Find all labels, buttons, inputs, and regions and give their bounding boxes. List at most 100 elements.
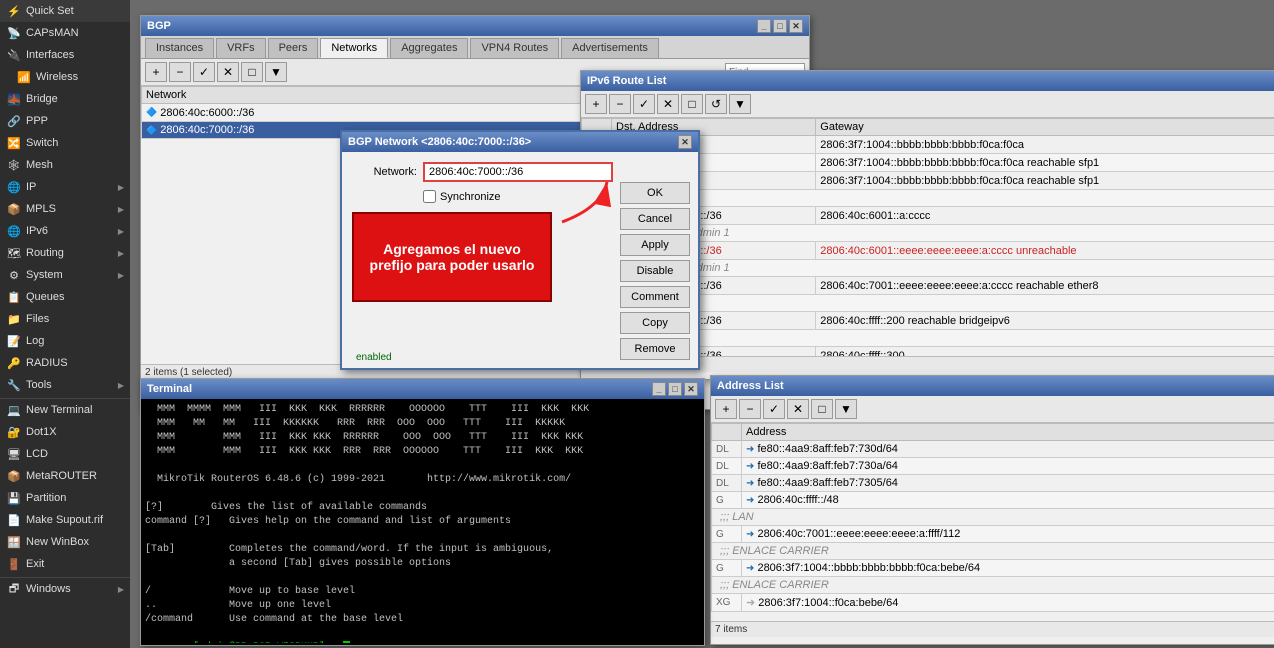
bgp-minimize-button[interactable]: _ bbox=[757, 19, 771, 33]
sidebar-item-mpls[interactable]: 📦 MPLS ▶ bbox=[0, 198, 130, 220]
copy-dialog-button[interactable]: Copy bbox=[620, 312, 690, 334]
tab-vpn4routes[interactable]: VPN4 Routes bbox=[470, 38, 559, 58]
addr-row-dl1[interactable]: DL ➜ fe80::4aa9:8aff:feb7:730d/64 bbox=[712, 441, 1274, 458]
comment-enlace-carrier1: ;;; ENLACE CARRIER bbox=[712, 543, 1274, 560]
addr-cross-button[interactable]: ✕ bbox=[787, 399, 809, 419]
terminal-close-button[interactable]: ✕ bbox=[684, 382, 698, 396]
sidebar-item-metarouter[interactable]: 📦 MetaROUTER bbox=[0, 465, 130, 487]
comment-button[interactable]: Comment bbox=[620, 286, 690, 308]
addr-filter-button[interactable]: ▼ bbox=[835, 399, 857, 419]
remove-button[interactable]: − bbox=[169, 62, 191, 82]
terminal-prompt-line[interactable]: [admin@RB BGP WISPHUB] > bbox=[145, 627, 700, 643]
bgp-window-title[interactable]: BGP _ □ ✕ bbox=[141, 16, 809, 36]
addr-row-dl2[interactable]: DL ➜ fe80::4aa9:8aff:feb7:730a/64 bbox=[712, 458, 1274, 475]
sidebar-item-lcd[interactable]: 🖥 LCD bbox=[0, 443, 130, 465]
sidebar-item-exit[interactable]: 🚪 Exit bbox=[0, 553, 130, 575]
sidebar-item-ipv6[interactable]: 🌐 IPv6 ▶ bbox=[0, 220, 130, 242]
cross-button[interactable]: ✕ bbox=[217, 62, 239, 82]
tab-instances[interactable]: Instances bbox=[145, 38, 214, 58]
bgp-close-button[interactable]: ✕ bbox=[789, 19, 803, 33]
bgp-tab-bar: Instances VRFs Peers Networks Aggregates… bbox=[141, 36, 809, 59]
addr-copy-button[interactable]: □ bbox=[811, 399, 833, 419]
sidebar-item-ppp[interactable]: 🔗 PPP bbox=[0, 110, 130, 132]
sidebar-item-label: IPv6 bbox=[26, 225, 48, 237]
sidebar-item-log[interactable]: 📝 Log bbox=[0, 330, 130, 352]
add-button[interactable]: + bbox=[145, 62, 167, 82]
ipv6-filter-button[interactable]: ▼ bbox=[729, 94, 751, 114]
sidebar-item-windows[interactable]: 🗗 Windows ▶ bbox=[0, 578, 130, 600]
terminal-maximize-button[interactable]: □ bbox=[668, 382, 682, 396]
addr-row-dl3[interactable]: DL ➜ fe80::4aa9:8aff:feb7:7305/64 bbox=[712, 475, 1274, 492]
new-winbox-icon: 🪟 bbox=[6, 534, 22, 550]
sidebar-item-partition[interactable]: 💾 Partition bbox=[0, 487, 130, 509]
filter-button[interactable]: ▼ bbox=[265, 62, 287, 82]
gw-cell: 2806:3f7:1004::bbbb:bbbb:bbbb:f0ca:f0ca … bbox=[816, 172, 1274, 190]
sidebar-item-mesh[interactable]: 🕸 Mesh bbox=[0, 154, 130, 176]
cancel-button[interactable]: Cancel bbox=[620, 208, 690, 230]
tab-advertisements[interactable]: Advertisements bbox=[561, 38, 659, 58]
copy-button[interactable]: □ bbox=[241, 62, 263, 82]
addr-row-g1[interactable]: G ➜ 2806:40c:ffff::/48 bbox=[712, 492, 1274, 509]
terminal-body[interactable]: MMM MMMM MMM III KKK KKK RRRRRR OOOOOO T… bbox=[141, 399, 704, 643]
ipv6-copy-button[interactable]: □ bbox=[681, 94, 703, 114]
sidebar-item-bridge[interactable]: 🌉 Bridge bbox=[0, 88, 130, 110]
tab-aggregates[interactable]: Aggregates bbox=[390, 38, 468, 58]
ipv6-cross-button[interactable]: ✕ bbox=[657, 94, 679, 114]
apply-button[interactable]: Apply bbox=[620, 234, 690, 256]
terminal-minimize-button[interactable]: _ bbox=[652, 382, 666, 396]
col-addr: Address bbox=[742, 424, 1274, 441]
addr-row-xg1[interactable]: XG ➜ 2806:3f7:1004::f0ca:bebe/64 bbox=[712, 594, 1274, 612]
tab-networks[interactable]: Networks bbox=[320, 38, 388, 58]
tab-peers[interactable]: Peers bbox=[268, 38, 319, 58]
ok-button[interactable]: OK bbox=[620, 182, 690, 204]
sidebar-item-dot1x[interactable]: 🔐 Dot1X bbox=[0, 421, 130, 443]
sidebar-item-capsman[interactable]: 📡 CAPsMAN bbox=[0, 22, 130, 44]
remove-dialog-button[interactable]: Remove bbox=[620, 338, 690, 360]
ipv6-remove-button[interactable]: − bbox=[609, 94, 631, 114]
tab-vrfs[interactable]: VRFs bbox=[216, 38, 266, 58]
sidebar-item-system[interactable]: ⚙ System ▶ bbox=[0, 264, 130, 286]
addr-window-title[interactable]: Address List _ □ ✕ bbox=[711, 376, 1274, 396]
terminal-line: / Move up to base level bbox=[145, 585, 700, 599]
address-list-window: Address List _ □ ✕ + − ✓ ✕ □ ▼ ⚙ Address bbox=[710, 375, 1274, 645]
ipv6-icon: 🌐 bbox=[6, 223, 22, 239]
addr-table: Address DL ➜ fe80::4aa9:8aff:feb7:730d/6… bbox=[711, 423, 1274, 612]
addr-check-button[interactable]: ✓ bbox=[763, 399, 785, 419]
sidebar-item-switch[interactable]: 🔀 Switch bbox=[0, 132, 130, 154]
col-flag bbox=[712, 424, 742, 441]
files-icon: 📁 bbox=[6, 311, 22, 327]
comment-enlace-carrier2: ;;; ENLACE CARRIER bbox=[712, 577, 1274, 594]
sidebar-item-new-terminal[interactable]: 💻 New Terminal bbox=[0, 399, 130, 421]
disable-button[interactable]: Disable bbox=[620, 260, 690, 282]
sidebar-item-interfaces[interactable]: 🔌 Interfaces bbox=[0, 44, 130, 66]
terminal-window-title[interactable]: Terminal _ □ ✕ bbox=[141, 379, 704, 399]
bgp-dialog-title[interactable]: BGP Network <2806:40c:7000::/36> ✕ bbox=[342, 132, 698, 152]
ipv6-add-button[interactable]: + bbox=[585, 94, 607, 114]
addr-row-g3[interactable]: G ➜ 2806:3f7:1004::bbbb:bbbb:bbbb:f0ca:b… bbox=[712, 560, 1274, 577]
sidebar: ⚡ Quick Set 📡 CAPsMAN 🔌 Interfaces 📶 Wir… bbox=[0, 0, 130, 648]
sidebar-item-tools[interactable]: 🔧 Tools ▶ bbox=[0, 374, 130, 396]
check-button[interactable]: ✓ bbox=[193, 62, 215, 82]
addr-remove-button[interactable]: − bbox=[739, 399, 761, 419]
addr-row-g2[interactable]: G ➜ 2806:40c:7001::eeee:eeee:eeee:a:ffff… bbox=[712, 526, 1274, 543]
bgp-dialog-close-button[interactable]: ✕ bbox=[678, 135, 692, 149]
terminal-line: a second [Tab] gives possible options bbox=[145, 557, 700, 571]
sidebar-item-ip[interactable]: 🌐 IP ▶ bbox=[0, 176, 130, 198]
sidebar-item-new-winbox[interactable]: 🪟 New WinBox bbox=[0, 531, 130, 553]
ipv6-window-title[interactable]: IPv6 Route List _ □ ✕ bbox=[581, 71, 1274, 91]
sidebar-item-routing[interactable]: 🗺 Routing ▶ bbox=[0, 242, 130, 264]
ipv6-check-button[interactable]: ✓ bbox=[633, 94, 655, 114]
network-label: Network: bbox=[352, 166, 417, 178]
sidebar-item-files[interactable]: 📁 Files bbox=[0, 308, 130, 330]
routing-icon: 🗺 bbox=[6, 245, 22, 261]
sidebar-item-make-supout[interactable]: 📄 Make Supout.rif bbox=[0, 509, 130, 531]
addr-add-button[interactable]: + bbox=[715, 399, 737, 419]
sidebar-item-quick-set[interactable]: ⚡ Quick Set bbox=[0, 0, 130, 22]
sidebar-item-radius[interactable]: 🔑 RADIUS bbox=[0, 352, 130, 374]
sync-checkbox[interactable] bbox=[423, 190, 436, 203]
sidebar-item-wireless[interactable]: 📶 Wireless bbox=[0, 66, 130, 88]
ipv6-reset-button[interactable]: ↺ bbox=[705, 94, 727, 114]
bgp-maximize-button[interactable]: □ bbox=[773, 19, 787, 33]
sidebar-item-queues[interactable]: 📋 Queues bbox=[0, 286, 130, 308]
gw-cell: 2806:3f7:1004::bbbb:bbbb:bbbb:f0ca:f0ca … bbox=[816, 154, 1274, 172]
